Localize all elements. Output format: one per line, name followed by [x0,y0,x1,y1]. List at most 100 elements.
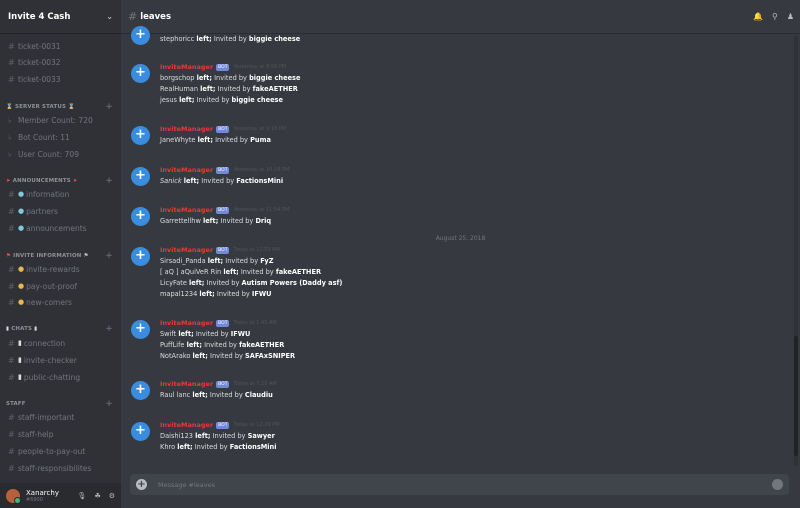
date-divider: August 25, 2018 [121,234,800,242]
add-channel-icon[interactable]: + [105,102,113,112]
channel-item[interactable]: # ● information [8,187,69,201]
scrollbar[interactable] [794,36,798,466]
channel-item[interactable]: # ● invite-rewards [8,262,80,276]
channel-label: new-comers [26,297,72,307]
channel-item[interactable]: # ▮ invite-checker [8,353,77,367]
magnifier-icon: ● [18,207,25,215]
bot-avatar[interactable]: + [131,26,150,45]
bot-avatar[interactable]: + [131,320,150,339]
bot-name[interactable]: InviteManager [160,125,213,133]
user-tag: #6900 [26,496,43,503]
add-channel-icon[interactable]: + [105,176,113,186]
channel-item[interactable]: # ● pay-out-proof [8,279,77,293]
timestamp: Yesterday at 11:54 PM [233,207,290,213]
bot-badge: BOT [216,421,230,429]
bot-avatar[interactable]: + [131,381,150,400]
channel-item[interactable]: # ticket-0032 [8,55,61,69]
category-label: INVITE INFORMATION [13,253,82,259]
pin-icon[interactable]: ⚲ [772,12,778,21]
upload-plus-icon[interactable]: + [136,479,147,490]
text-channel-icon: # [8,446,15,456]
microphone-icon[interactable]: 🎙 [78,492,87,500]
channel-label: information [26,189,70,199]
bot-avatar[interactable]: + [131,207,150,226]
text-channel-icon: # [128,10,138,23]
voice-channel-icon: ♭ [8,132,12,142]
channel-item[interactable]: # staff-important [8,410,74,424]
bell-icon[interactable]: 🔔 [753,12,763,21]
channel-item[interactable]: ♭ User Count: 709 [8,147,79,161]
bot-avatar[interactable]: + [131,126,150,145]
text-channel-icon: # [8,189,15,199]
bot-name[interactable]: InviteManager [160,166,213,174]
message-line: [ aQ ] aQuiVeR Rin left; Invited by fake… [160,268,322,276]
channel-item[interactable]: # staff-help [8,427,54,441]
category-server-status[interactable]: ⌛ SERVER STATUS ⌛ + [6,102,113,112]
channel-item[interactable]: # people-to-pay-out [8,444,85,458]
bot-avatar[interactable]: + [131,247,150,266]
user-panel: Xanarchy #6900 🎙 ☘ ⚙ [0,483,121,508]
message-line: LicyFate left; Invited by Autism Powers … [160,279,343,287]
bot-badge: BOT [216,319,230,327]
bot-avatar[interactable]: + [131,167,150,186]
channel-item[interactable]: # ● new-comers [8,295,72,309]
magnifier-icon: ● [18,224,25,232]
add-channel-icon[interactable]: + [105,251,113,261]
bot-name[interactable]: InviteManager [160,63,213,71]
discord-window: Invite 4 Cash ⌄ # ticket-0031 # ticket-003… [0,0,800,508]
chat-area: # leaves 🔔 ⚲ ♟ + stephoricc left; Invite… [121,0,800,508]
gear-icon[interactable]: ⚙ [109,492,115,500]
message-line: Khro left; Invited by FactionsMini [160,443,277,451]
emoji-icon[interactable] [772,479,783,490]
add-channel-icon[interactable]: + [105,399,113,409]
category-chats[interactable]: ▮ CHATS ▮ + [6,324,113,334]
message-composer: + [130,474,789,495]
bot-name[interactable]: InviteManager [160,246,213,254]
channel-label: staff-important [18,412,75,422]
megaphone-icon: ➤ [72,178,78,184]
pill-icon: ▮ [6,326,10,332]
category-invite-information[interactable]: ⚑ INVITE INFORMATION ⚑ + [6,251,113,261]
bot-name[interactable]: InviteManager [160,421,213,429]
bot-avatar[interactable]: + [131,64,150,83]
text-channel-icon: # [8,206,15,216]
message-input[interactable] [156,479,772,490]
channel-header: # leaves 🔔 ⚲ ♟ [121,0,800,34]
channel-item[interactable]: # ▮ public-chatting [8,370,80,384]
timestamp: Yesterday at 9:18 PM [233,126,287,132]
message-line: Daishi123 left; Invited by Sawyer [160,432,275,440]
bot-name[interactable]: InviteManager [160,319,213,327]
channel-item[interactable]: # ticket-0031 [8,39,61,53]
message-line: Sanick left; Invited by FactionsMini [160,177,284,185]
message-header: InviteManager BOT Today at 12:29 PM [160,421,279,429]
message-line: RealHuman left; Invited by fakeAETHER [160,85,298,93]
bot-name[interactable]: InviteManager [160,206,213,214]
timestamp: Yesterday at 10:19 PM [233,167,290,173]
add-channel-icon[interactable]: + [105,324,113,334]
channel-item[interactable]: ♭ Bot Count: 11 [8,130,70,144]
avatar[interactable] [6,488,21,504]
channel-item[interactable]: # ▮ connection [8,336,65,350]
channel-item[interactable]: # ● partners [8,204,58,218]
category-announcements[interactable]: ➤ ANNOUNCEMENTS ➤ + [6,176,113,186]
channel-item[interactable]: # ticket-0033 [8,72,61,86]
members-icon[interactable]: ♟ [787,12,794,21]
category-staff[interactable]: STAFF + [6,399,113,409]
channel-label: people-to-pay-out [18,446,86,456]
headset-icon[interactable]: ☘ [94,492,100,500]
channel-label: ticket-0033 [18,74,61,84]
text-channel-icon: # [8,338,15,348]
scrollbar-thumb[interactable] [794,336,798,456]
message-header: InviteManager BOT Yesterday at 11:54 PM [160,206,289,214]
channel-item[interactable]: # ● announcements [8,221,87,235]
channel-item[interactable]: ♭ Member Count: 720 [8,113,93,127]
message-line: Swift left; Invited by IFWU [160,330,251,338]
bot-avatar[interactable]: + [131,422,150,441]
category-label: SERVER STATUS [15,104,67,110]
bot-name[interactable]: InviteManager [160,380,213,388]
message-header: InviteManager BOT Yesterday at 9:18 PM [160,125,286,133]
channel-item[interactable]: # staff-responsibilites [8,461,91,475]
message-line: stephoricc left; Invited by biggie chees… [160,35,301,43]
guild-header[interactable]: Invite 4 Cash ⌄ [0,0,121,34]
message-header: InviteManager BOT Yesterday at 8:59 PM [160,63,286,71]
